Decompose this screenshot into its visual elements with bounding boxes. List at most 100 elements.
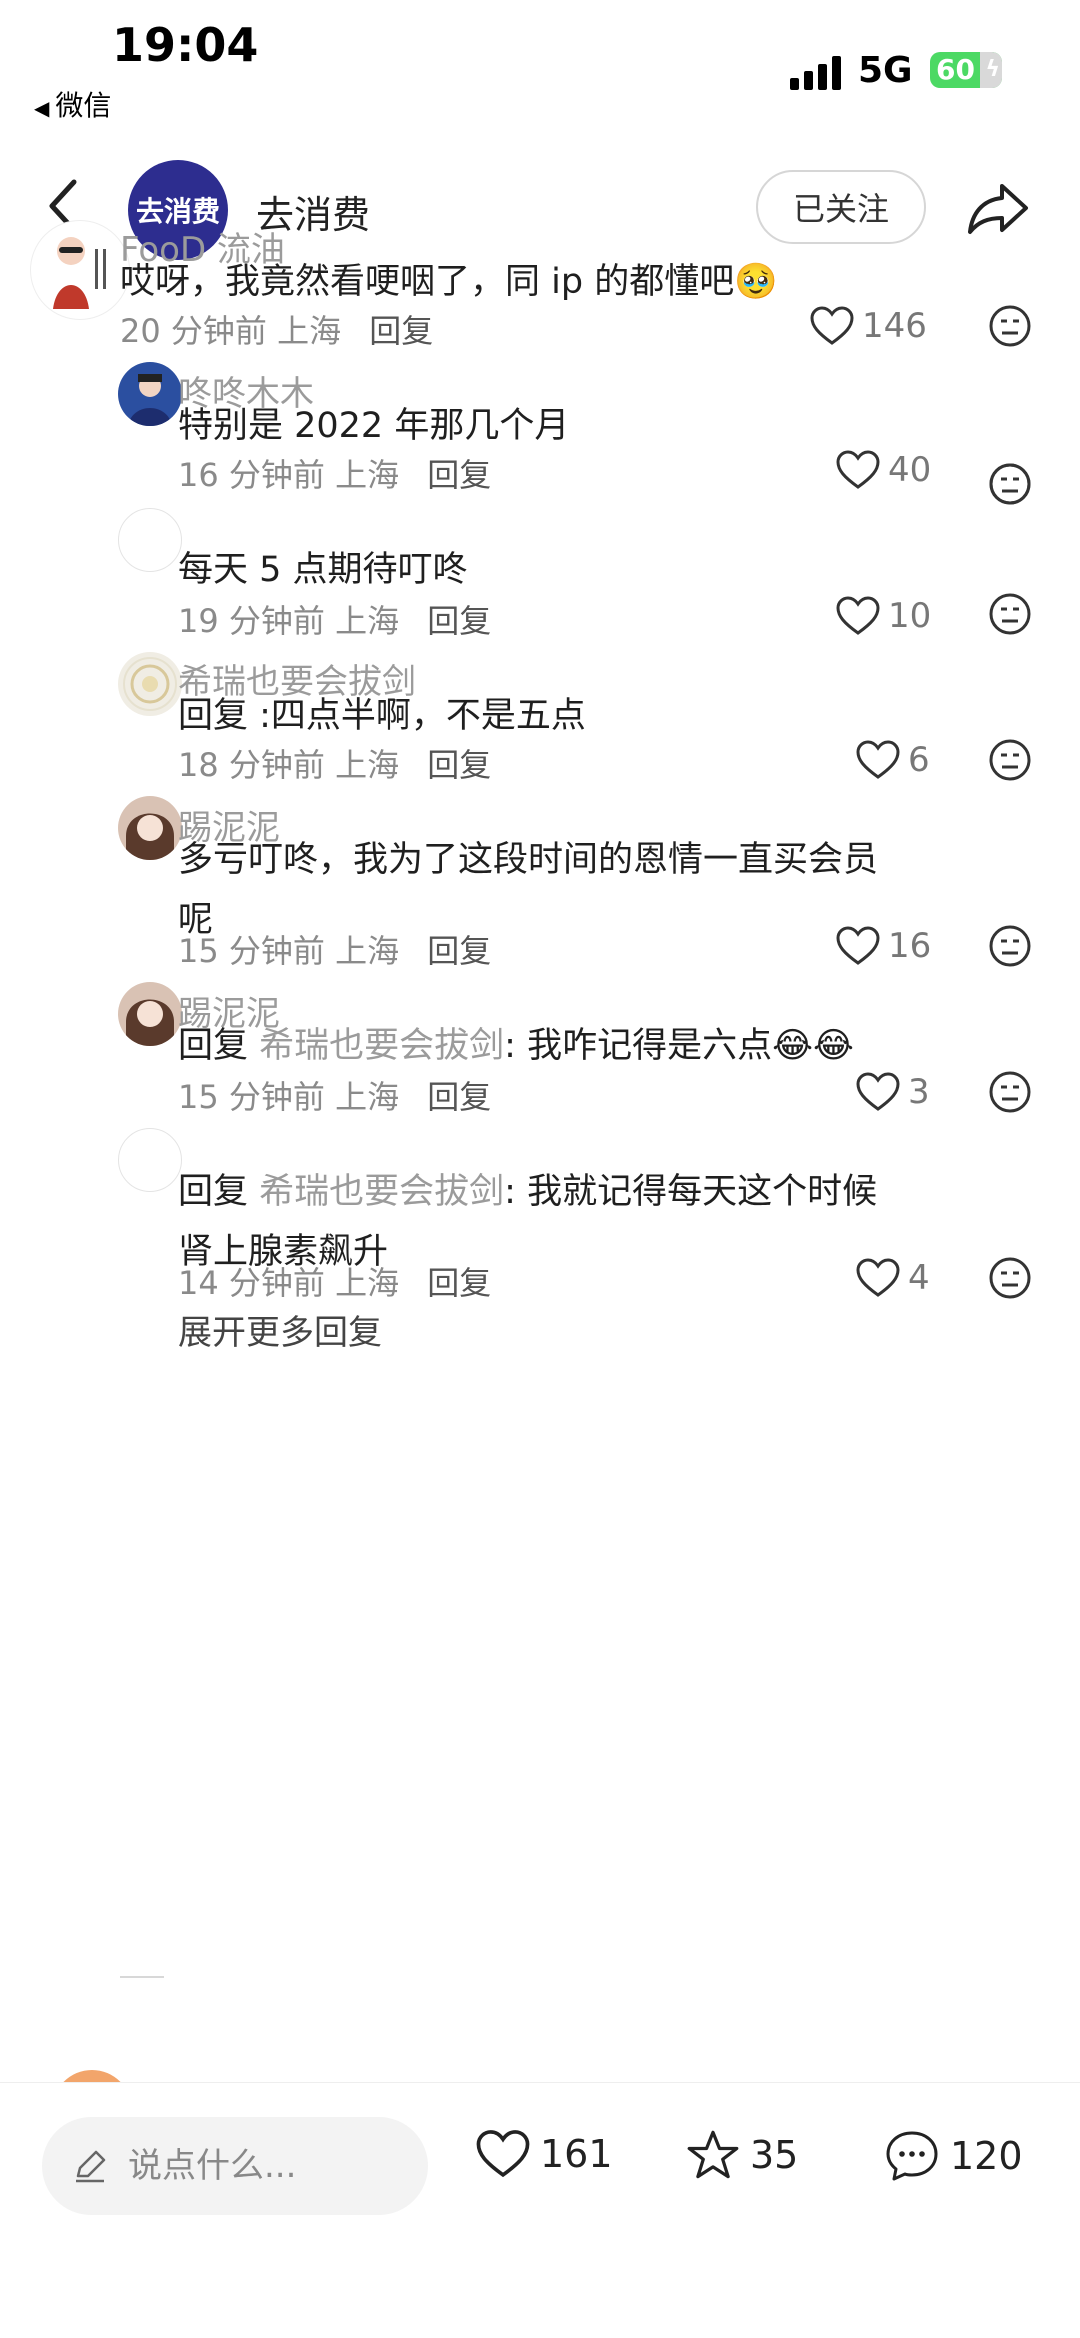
heart-icon	[836, 450, 880, 489]
reply-prefix: 回复	[178, 1172, 260, 1212]
status-time: 19:04	[112, 18, 259, 72]
avatar-photo-icon	[126, 813, 174, 860]
reply-button[interactable]: 回复	[369, 312, 433, 350]
user-avatar[interactable]	[118, 508, 182, 572]
reply-button[interactable]: 回复	[427, 456, 491, 494]
like-button[interactable]: 4	[856, 1258, 930, 1298]
comment-input[interactable]	[126, 2145, 390, 2187]
battery-level: 60	[936, 53, 975, 86]
reply-prefix: 回复	[178, 696, 260, 736]
reply-button[interactable]: 回复	[427, 932, 491, 970]
bottom-action-bar: 161 35 120	[0, 2082, 1080, 2338]
like-button[interactable]: 40	[836, 450, 931, 490]
comment-time: 16 分钟前	[178, 456, 325, 494]
pencil-icon	[76, 2150, 106, 2183]
back-app-label: 微信	[55, 89, 112, 122]
back-to-app-link[interactable]: ◀ 微信	[34, 84, 111, 124]
comment-location: 上海	[335, 1078, 400, 1116]
dislike-face-icon[interactable]	[988, 592, 1032, 636]
heart-icon	[836, 596, 880, 635]
follow-button[interactable]: 已关注	[756, 170, 926, 244]
user-avatar[interactable]	[118, 982, 182, 1046]
comment-meta: 18 分钟前 上海 回复	[178, 740, 491, 786]
heart-icon	[856, 1072, 900, 1111]
comment-location: 上海	[335, 932, 400, 970]
dislike-face-icon[interactable]	[988, 462, 1032, 506]
heart-icon	[476, 2130, 530, 2178]
like-count: 40	[888, 450, 932, 490]
comment-text: 哎呀，我竟然看哽咽了，同 ip 的都懂吧🥹	[120, 262, 778, 302]
comment-text: 特别是 2022 年那几个月	[178, 406, 570, 446]
comment-meta: 19 分钟前 上海 回复	[178, 596, 491, 642]
heart-icon	[856, 1258, 900, 1297]
like-count: 16	[888, 926, 932, 966]
reply-button[interactable]: 回复	[427, 746, 491, 784]
user-avatar[interactable]	[118, 1128, 182, 1192]
user-avatar[interactable]	[118, 652, 182, 716]
reply-prefix: 回复	[178, 1026, 260, 1066]
post-favorite-button[interactable]: 35	[686, 2129, 798, 2181]
comment-location: 上海	[335, 456, 400, 494]
avatar-illustration-icon	[53, 237, 106, 309]
comment-bubble-icon	[886, 2131, 938, 2181]
comment-meta: 20 分钟前 上海 回复	[120, 306, 433, 352]
comment-location: 上海	[277, 312, 342, 350]
comment-meta: 16 分钟前 上海 回复	[178, 450, 491, 496]
battery-icon: 60 ϟ	[930, 52, 1002, 88]
comment-meta: 15 分钟前 上海 回复	[178, 926, 491, 972]
comment-meta: 15 分钟前 上海 回复	[178, 1072, 491, 1118]
reply-button[interactable]: 回复	[427, 1264, 491, 1302]
comment-input-box[interactable]	[42, 2117, 428, 2215]
avatar-flower-icon	[123, 657, 177, 711]
comment-time: 15 分钟前	[178, 932, 325, 970]
post-favorite-count: 35	[750, 2133, 799, 2177]
avatar-photo-icon	[128, 374, 172, 426]
like-button[interactable]: 10	[836, 596, 931, 636]
user-avatar[interactable]	[30, 220, 130, 320]
expand-more-replies-button[interactable]: 展开更多回复	[178, 1305, 382, 1354]
like-count: 6	[908, 740, 930, 780]
heart-icon	[856, 740, 900, 779]
network-type: 5G	[858, 50, 913, 91]
heart-icon	[836, 926, 880, 965]
like-count: 3	[908, 1072, 930, 1112]
mentioned-user-link[interactable]: 希瑞也要会拔剑	[259, 1026, 504, 1066]
star-icon	[687, 2130, 739, 2179]
like-count: 4	[908, 1258, 930, 1298]
reply-body: : 我咋记得是六点😂😂	[504, 1026, 854, 1066]
user-avatar[interactable]	[118, 796, 182, 860]
comment-text: 回复 :四点半啊，不是五点	[178, 686, 586, 746]
comment-time: 15 分钟前	[178, 1078, 325, 1116]
like-button[interactable]: 3	[856, 1072, 930, 1112]
mentioned-user-link[interactable]: 希瑞也要会拔剑	[259, 1172, 504, 1212]
reply-body: :四点半啊，不是五点	[259, 696, 586, 736]
comment-meta: 14 分钟前 上海 回复	[178, 1258, 491, 1304]
like-button[interactable]: 16	[836, 926, 931, 966]
dislike-face-icon[interactable]	[988, 304, 1032, 348]
like-button[interactable]: 6	[856, 740, 930, 780]
reply-button[interactable]: 回复	[427, 1078, 491, 1116]
post-comment-button[interactable]: 120	[884, 2129, 1023, 2183]
dislike-face-icon[interactable]	[988, 738, 1032, 782]
dislike-face-icon[interactable]	[988, 1070, 1032, 1114]
heart-icon	[810, 306, 854, 345]
like-button[interactable]: 146	[810, 306, 927, 346]
share-icon[interactable]	[966, 180, 1030, 236]
comment-text: 每天 5 点期待叮咚	[178, 550, 468, 590]
comment-time: 18 分钟前	[178, 746, 325, 784]
charging-bolt-icon: ϟ	[985, 57, 1000, 82]
comment-location: 上海	[335, 746, 400, 784]
user-avatar[interactable]	[118, 362, 182, 426]
back-triangle-icon: ◀	[34, 96, 50, 120]
post-like-button[interactable]: 161	[476, 2129, 613, 2179]
comment-location: 上海	[335, 1264, 400, 1302]
comment-text: 回复 希瑞也要会拔剑: 我咋记得是六点😂😂	[178, 1016, 854, 1076]
comment-time: 19 分钟前	[178, 602, 325, 640]
dislike-face-icon[interactable]	[988, 924, 1032, 968]
reply-button[interactable]: 回复	[427, 602, 491, 640]
dislike-face-icon[interactable]	[988, 1256, 1032, 1300]
signal-icon	[790, 56, 841, 90]
status-bar: 19:04 ◀ 微信 5G 60 ϟ	[0, 0, 1080, 122]
comment-text-line: 多亏叮咚，我为了这段时间的恩情一直买会员	[178, 840, 879, 880]
comment-location: 上海	[335, 602, 400, 640]
